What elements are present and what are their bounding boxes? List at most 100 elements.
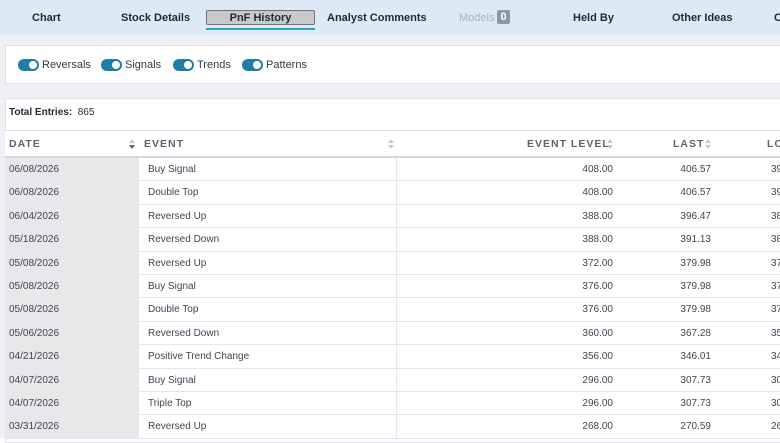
cell-low: 34	[771, 351, 780, 363]
sort-icon[interactable]	[607, 139, 613, 149]
tab-pnf-history[interactable]: PnF History	[206, 10, 315, 25]
table-row[interactable]: 05/08/2026 Reversed Up 372.00 379.98 37	[5, 251, 780, 275]
column-header-event-level[interactable]: EVENT LEVEL	[527, 131, 610, 157]
cell-low: 30	[771, 374, 780, 386]
table-row[interactable]: 05/18/2026 Reversed Down 388.00 391.13 3…	[5, 228, 780, 252]
cell-last: 307.73	[680, 397, 711, 409]
cell-date: 05/08/2026	[5, 298, 139, 322]
toggle-switch-icon[interactable]	[242, 59, 263, 71]
cell-event-level: 376.00	[582, 304, 613, 316]
cell-event-level: 388.00	[582, 210, 613, 222]
tab-models: Models 0	[459, 0, 510, 35]
toggle-reversals[interactable]: Reversals	[18, 57, 91, 73]
models-count-badge: 0	[497, 10, 510, 25]
cell-last: 307.73	[680, 374, 711, 386]
table-row[interactable]: 04/07/2026 Triple Top 296.00 307.73 30	[5, 391, 780, 416]
cell-event: Buy Signal	[143, 158, 397, 181]
table-row[interactable]: 06/08/2026 Double Top 408.00 406.57 39	[5, 181, 780, 205]
toggle-reversals-label: Reversals	[42, 59, 91, 71]
cell-date: 06/04/2026	[5, 204, 139, 228]
table-row[interactable]: 04/21/2026 Positive Trend Change 356.00 …	[5, 345, 780, 369]
total-entries-label: Total Entries:	[9, 107, 73, 118]
tab-chart[interactable]: Chart	[32, 0, 61, 35]
cell-event: Double Top	[143, 298, 397, 322]
cell-date: 03/31/2026	[5, 415, 139, 439]
table-row[interactable]: 05/06/2026 Reversed Down 360.00 367.28 3…	[5, 321, 780, 346]
column-header-last[interactable]: LAST	[673, 131, 704, 157]
cell-date: 05/06/2026	[5, 321, 139, 345]
table-row[interactable]: 06/08/2026 Buy Signal 408.00 406.57 39	[5, 158, 780, 182]
cell-event-level: 408.00	[582, 164, 613, 175]
toggle-signals[interactable]: Signals	[101, 57, 161, 73]
cell-event: Triple Top	[143, 391, 397, 415]
cell-last: 379.98	[680, 304, 711, 316]
cell-last: 391.13	[680, 234, 711, 246]
cell-event: Reversed Down	[143, 321, 397, 345]
toggle-trends[interactable]: Trends	[173, 57, 231, 73]
tab-analyst-comments[interactable]: Analyst Comments	[327, 0, 427, 35]
cell-event-level: 296.00	[582, 397, 613, 409]
cell-low: 30	[771, 397, 780, 409]
cell-last: 379.98	[680, 280, 711, 292]
column-header-event[interactable]: EVENT	[144, 131, 184, 157]
total-entries: Total Entries: 865	[9, 107, 94, 118]
table-body: 06/08/2026 Buy Signal 408.00 406.57 39 0…	[5, 158, 780, 439]
tab-other-ideas[interactable]: Other Ideas	[672, 0, 733, 35]
cell-low: 39	[771, 187, 780, 199]
cell-date: 05/18/2026	[5, 228, 139, 252]
table-header: DATE EVENT EVENT LEVEL LAST LO	[5, 130, 780, 158]
sort-icon[interactable]	[129, 139, 135, 149]
cell-low: 38	[771, 234, 780, 246]
cell-event: Double Top	[143, 181, 397, 205]
table-row[interactable]: 04/07/2026 Buy Signal 296.00 307.73 30	[5, 368, 780, 392]
cell-low: 39	[771, 164, 780, 175]
toggle-switch-icon[interactable]	[101, 59, 122, 71]
tab-stock-details[interactable]: Stock Details	[121, 0, 190, 35]
event-filter-panel: Reversals Signals Trends Patterns	[5, 45, 780, 84]
toggle-trends-label: Trends	[197, 59, 231, 71]
cell-event-level: 296.00	[582, 374, 613, 386]
toggle-switch-icon[interactable]	[173, 59, 194, 71]
cell-event: Reversed Up	[143, 415, 397, 439]
top-tab-bar: Chart Stock Details PnF History Analyst …	[0, 0, 780, 35]
cell-event-level: 360.00	[582, 327, 613, 339]
table-row[interactable]: 03/31/2026 Reversed Up 268.00 270.59 26	[5, 415, 780, 439]
cell-last: 367.28	[680, 327, 711, 339]
table-row[interactable]: 05/08/2026 Double Top 376.00 379.98 37	[5, 298, 780, 322]
cell-date: 06/08/2026	[5, 158, 139, 181]
cell-last: 379.98	[680, 257, 711, 269]
table-row[interactable]: 06/04/2026 Reversed Up 388.00 396.47 38	[5, 204, 780, 229]
cell-low: 38	[771, 210, 780, 222]
tab-truncated[interactable]: C	[774, 0, 780, 35]
cell-last: 346.01	[680, 351, 711, 363]
column-header-date[interactable]: DATE	[9, 131, 41, 157]
cell-low: 35	[771, 327, 780, 339]
cell-date: 04/07/2026	[5, 391, 139, 415]
cell-last: 406.57	[680, 164, 711, 175]
cell-last: 406.57	[680, 187, 711, 199]
tab-models-label: Models	[459, 12, 495, 24]
cell-last: 270.59	[680, 421, 711, 433]
cell-low: 37	[771, 304, 780, 316]
toggle-switch-icon[interactable]	[18, 59, 39, 71]
cell-date: 04/07/2026	[5, 368, 139, 392]
toggle-patterns-label: Patterns	[266, 59, 307, 71]
column-header-low[interactable]: LO	[767, 131, 780, 157]
sort-icon[interactable]	[705, 139, 711, 149]
tab-held-by[interactable]: Held By	[573, 0, 614, 35]
cell-event: Reversed Up	[143, 251, 397, 275]
active-tab-indicator	[206, 28, 315, 30]
toggle-patterns[interactable]: Patterns	[242, 57, 307, 73]
cell-event: Buy Signal	[143, 274, 397, 298]
cell-low: 26	[771, 421, 780, 433]
cell-event-level: 408.00	[582, 187, 613, 199]
cell-event-level: 356.00	[582, 351, 613, 363]
toggle-signals-label: Signals	[125, 59, 162, 71]
cell-event: Positive Trend Change	[143, 345, 397, 369]
cell-event: Buy Signal	[143, 368, 397, 392]
sort-icon[interactable]	[388, 139, 394, 149]
cell-event-level: 376.00	[582, 280, 613, 292]
table-row[interactable]: 05/08/2026 Buy Signal 376.00 379.98 37	[5, 274, 780, 299]
cell-low: 37	[771, 280, 780, 292]
cell-event-level: 388.00	[582, 234, 613, 246]
